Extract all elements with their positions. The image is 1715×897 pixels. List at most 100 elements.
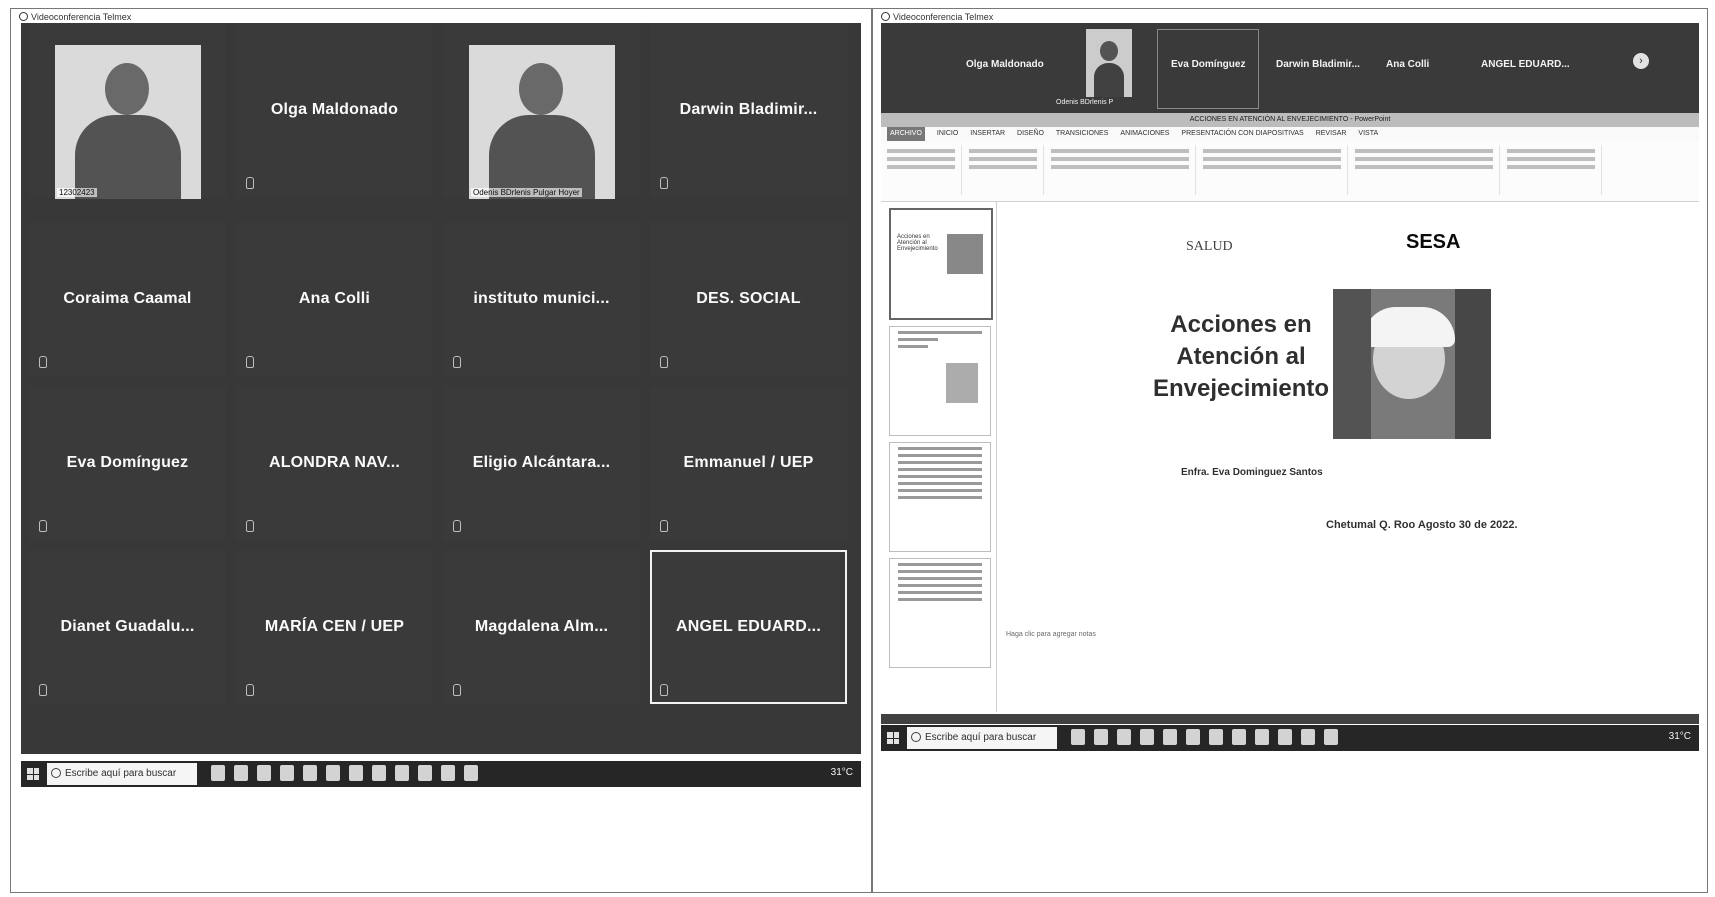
slide-thumbnail[interactable] xyxy=(889,558,991,668)
taskbar-app-icon[interactable] xyxy=(1232,729,1246,745)
ribbon-group-paragraph[interactable] xyxy=(1197,145,1348,195)
sesa-logo: SESA xyxy=(1406,231,1461,253)
next-page-icon[interactable]: › xyxy=(1633,53,1649,69)
taskbar-app-icon[interactable] xyxy=(257,765,271,781)
search-icon xyxy=(51,768,61,778)
participant-tile[interactable]: Odenis BDrlenis Pulgar Hoyer xyxy=(443,23,640,199)
ribbon-group-editing[interactable] xyxy=(1501,145,1602,195)
participant-tile[interactable]: ANGEL EDUARD... xyxy=(650,550,847,704)
ribbon-toolbar xyxy=(881,141,1699,202)
participant-tile[interactable]: Dianet Guadalu... xyxy=(29,550,226,704)
participant-tile[interactable]: DES. SOCIAL xyxy=(650,222,847,376)
participant-name: ALONDRA NAV... xyxy=(268,454,401,471)
slide-thumbnail[interactable] xyxy=(889,326,991,436)
taskbar-app-icon[interactable] xyxy=(1163,729,1177,745)
taskbar-app-icon[interactable] xyxy=(1209,729,1223,745)
taskbar-app-icon[interactable] xyxy=(418,765,432,781)
windows-start-icon[interactable] xyxy=(887,732,899,744)
ribbon-tab[interactable]: PRESENTACIÓN CON DIAPOSITIVAS xyxy=(1181,127,1303,141)
taskbar-app-icon[interactable] xyxy=(1324,729,1338,745)
participant-tile[interactable]: 12302423 xyxy=(29,23,226,199)
meeting-participant-grid: 12302423 Olga Maldonado Odenis BDrlenis Pu… xyxy=(21,23,861,754)
participant-tile[interactable]: Emmanuel / UEP xyxy=(650,386,847,540)
app-icon xyxy=(19,12,28,21)
ribbon-group-font[interactable] xyxy=(1045,145,1196,195)
search-placeholder: Escribe aquí para buscar xyxy=(65,768,177,779)
taskbar-app-icon[interactable] xyxy=(1117,729,1131,745)
participant-tile[interactable]: ALONDRA NAV... xyxy=(236,386,433,540)
window-title-text: Videoconferencia Telmex xyxy=(31,12,132,22)
participant-tile[interactable]: Olga Maldonado xyxy=(236,23,433,197)
taskbar-app-icon[interactable] xyxy=(326,765,340,781)
strip-participant-video[interactable] xyxy=(1086,29,1132,97)
person-body xyxy=(1094,63,1124,97)
taskbar-app-icon[interactable] xyxy=(211,765,225,781)
strip-participant-name[interactable]: ANGEL EDUARD... xyxy=(1481,59,1570,70)
slide-thumbnail[interactable] xyxy=(889,442,991,552)
participant-tile[interactable]: Eligio Alcántara... xyxy=(443,386,640,540)
participant-name: instituto munici... xyxy=(473,290,610,307)
mic-muted-icon xyxy=(246,684,254,696)
taskbar-app-icon[interactable] xyxy=(1255,729,1269,745)
taskbar-app-icon[interactable] xyxy=(349,765,363,781)
taskbar-app-icon[interactable] xyxy=(280,765,294,781)
participant-name: MARÍA CEN / UEP xyxy=(264,618,405,635)
ribbon-group-drawing[interactable] xyxy=(1349,145,1500,195)
ribbon-group-slides[interactable] xyxy=(963,145,1044,195)
windows-taskbar: Escribe aquí para buscar 31°C xyxy=(881,725,1699,751)
participant-tile[interactable]: Ana Colli xyxy=(236,222,433,376)
ribbon-tab[interactable]: INICIO xyxy=(937,127,958,141)
mic-muted-icon xyxy=(660,177,668,189)
slide-thumbnail[interactable]: Acciones en Atención al Envejecimiento xyxy=(889,208,993,320)
ribbon-tab[interactable]: VISTA xyxy=(1358,127,1378,141)
taskbar-app-icon[interactable] xyxy=(1140,729,1154,745)
ribbon-tab[interactable]: INSERTAR xyxy=(970,127,1005,141)
taskbar-app-icon[interactable] xyxy=(1094,729,1108,745)
strip-video-caption: Odenis BDrlenis P xyxy=(1056,99,1114,106)
taskbar-app-icon[interactable] xyxy=(441,765,455,781)
person-body xyxy=(75,115,181,199)
participant-tile[interactable]: Eva Domínguez xyxy=(29,386,226,540)
ribbon-tab[interactable]: TRANSICIONES xyxy=(1056,127,1109,141)
participant-name: Coraima Caamal xyxy=(63,290,192,307)
mic-muted-icon xyxy=(453,356,461,368)
taskbar-app-icon[interactable] xyxy=(1186,729,1200,745)
participant-tile[interactable]: instituto munici... xyxy=(443,222,640,376)
mic-muted-icon xyxy=(39,356,47,368)
ribbon-tab[interactable]: ANIMACIONES xyxy=(1120,127,1169,141)
windows-taskbar: Escribe aquí para buscar 31°C xyxy=(21,761,861,787)
participant-name: Emmanuel / UEP xyxy=(683,454,814,471)
mic-muted-icon xyxy=(39,520,47,532)
taskbar-app-icon[interactable] xyxy=(234,765,248,781)
taskbar-app-icon[interactable] xyxy=(1071,729,1085,745)
taskbar-app-icon[interactable] xyxy=(303,765,317,781)
taskbar-app-icon[interactable] xyxy=(1301,729,1315,745)
strip-participant-name[interactable]: Ana Colli xyxy=(1386,59,1429,70)
notes-placeholder[interactable]: Haga clic para agregar notas xyxy=(1006,631,1096,638)
taskbar-app-icon[interactable] xyxy=(372,765,386,781)
salud-logo: SALUD xyxy=(1186,239,1233,254)
window-title: Videoconferencia Telmex xyxy=(881,12,993,22)
ribbon-group-clipboard[interactable] xyxy=(881,145,962,195)
windows-start-icon[interactable] xyxy=(27,768,39,780)
ribbon-tab[interactable]: REVISAR xyxy=(1316,127,1347,141)
taskbar-app-icon[interactable] xyxy=(1278,729,1292,745)
taskbar-search-input[interactable]: Escribe aquí para buscar xyxy=(907,727,1057,749)
ribbon-tab[interactable]: DISEÑO xyxy=(1017,127,1044,141)
strip-participant-name[interactable]: Eva Domínguez xyxy=(1171,59,1245,70)
participant-name: Eligio Alcántara... xyxy=(472,454,611,471)
participant-tile[interactable]: Darwin Bladimir... xyxy=(650,23,847,197)
taskbar-app-icon[interactable] xyxy=(395,765,409,781)
strip-participant-name[interactable]: Olga Maldonado xyxy=(966,59,1044,70)
current-slide[interactable]: SALUD SESA Acciones en Atención al Envej… xyxy=(1006,209,1576,599)
ribbon-tab[interactable]: ARCHIVO xyxy=(887,127,925,141)
mic-muted-icon xyxy=(246,520,254,532)
taskbar-app-icon[interactable] xyxy=(464,765,478,781)
taskbar-search-input[interactable]: Escribe aquí para buscar xyxy=(47,763,197,785)
taskbar-app-icons xyxy=(211,765,478,781)
person-body xyxy=(489,115,595,199)
participant-tile[interactable]: Magdalena Alm... xyxy=(443,550,640,704)
participant-tile[interactable]: Coraima Caamal xyxy=(29,222,226,376)
participant-tile[interactable]: MARÍA CEN / UEP xyxy=(236,550,433,704)
strip-participant-name[interactable]: Darwin Bladimir... xyxy=(1276,59,1360,70)
